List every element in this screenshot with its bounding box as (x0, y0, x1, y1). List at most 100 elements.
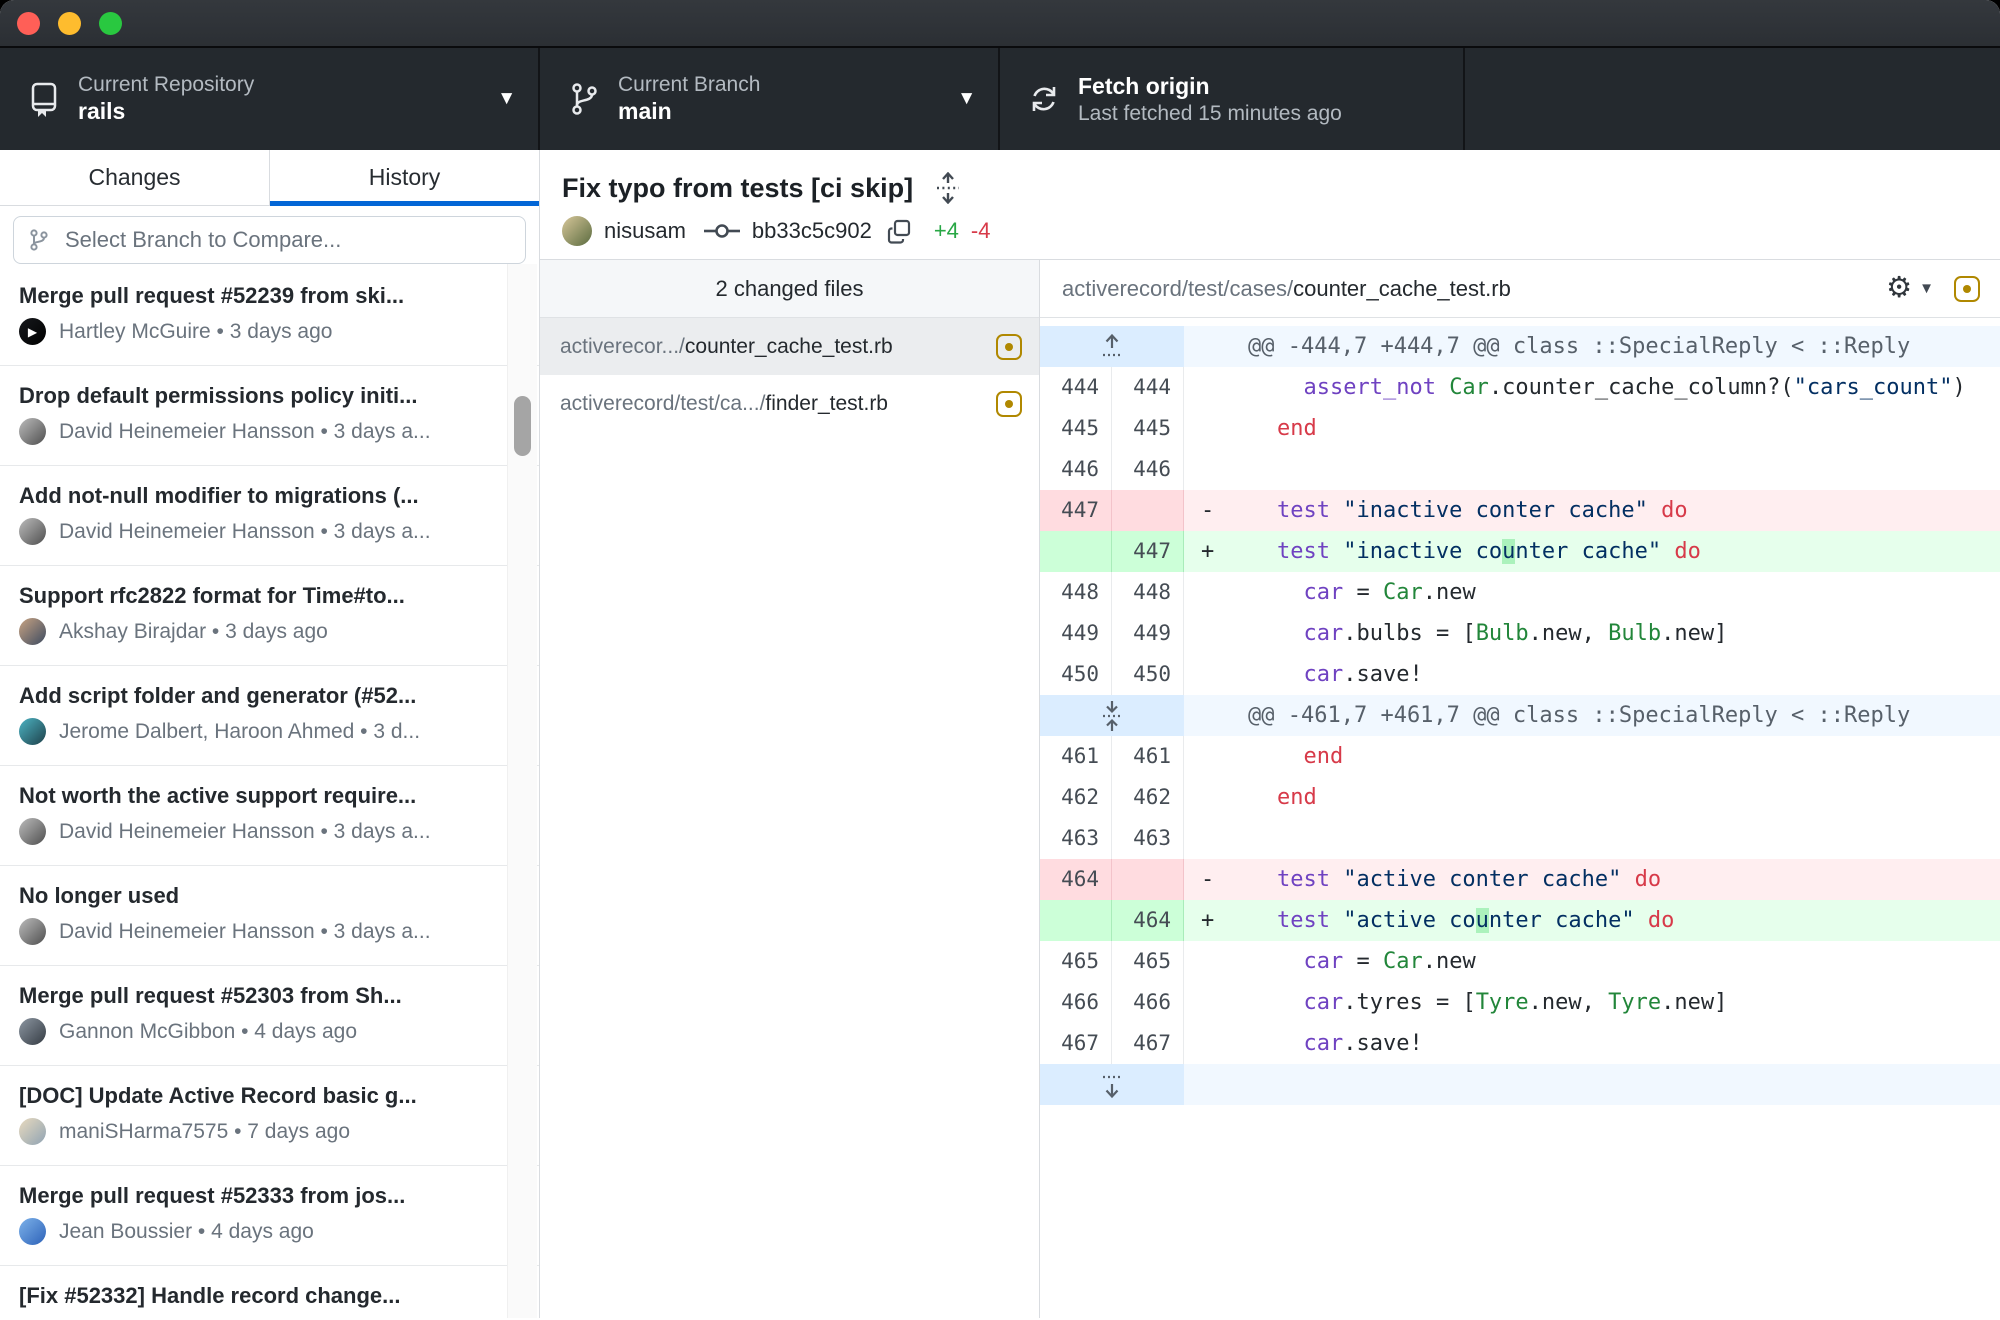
current-branch-value: main (618, 97, 760, 126)
line-number-old: 446 (1040, 449, 1112, 490)
line-number-old: 462 (1040, 777, 1112, 818)
commit-row-meta: David Heinemeier Hansson • 3 days a... (59, 520, 431, 544)
toolbar: Current Repository rails ▼ Current Branc… (0, 48, 2000, 150)
commit-row-title: Not worth the active support require... (19, 782, 513, 809)
commit-row[interactable]: [DOC] Update Active Record basic g...man… (0, 1066, 539, 1166)
diff-panel: activerecord/test/cases/counter_cache_te… (1040, 260, 2000, 1318)
tab-changes[interactable]: Changes (0, 150, 269, 205)
commit-row[interactable]: Merge pull request #52333 from jos...Jea… (0, 1166, 539, 1266)
copy-hash-icon[interactable] (886, 218, 912, 244)
expand-diff-row (1040, 1064, 2000, 1105)
file-row[interactable]: activerecor.../counter_cache_test.rb (540, 318, 1039, 375)
avatar (19, 718, 46, 745)
line-number-old: 461 (1040, 736, 1112, 777)
diff-line-context: 450450 car.save! (1040, 654, 2000, 695)
sidebar-tabs: Changes History (0, 150, 539, 206)
commit-row-title: Add not-null modifier to migrations (... (19, 482, 513, 509)
commit-row-title: No longer used (19, 882, 513, 909)
commit-row-title: [Fix #52332] Handle record change... (19, 1282, 513, 1309)
avatar: ▶ (19, 318, 46, 345)
line-number-old: 444 (1040, 367, 1112, 408)
diff-line-context: 448448 car = Car.new (1040, 572, 2000, 613)
compare-branch-input[interactable] (63, 226, 511, 254)
line-number-new: 461 (1112, 736, 1184, 777)
expand-hunk-both-button[interactable] (1040, 695, 1184, 736)
fetch-origin-sublabel: Last fetched 15 minutes ago (1078, 101, 1342, 126)
expand-commit-summary-icon[interactable] (935, 172, 961, 204)
diff-line-marker: + (1201, 531, 1214, 572)
compare-branch-wrap (0, 206, 539, 264)
sidebar: Changes History (0, 150, 540, 1318)
hunk-header-text: @@ -461,7 +461,7 @@ class ::SpecialReply… (1184, 695, 2000, 736)
current-branch-button[interactable]: Current Branch main ▼ (540, 48, 1000, 150)
file-row[interactable]: activerecord/test/ca.../finder_test.rb (540, 375, 1039, 432)
diff-line-add: 464+ test "active counter cache" do (1040, 900, 2000, 941)
file-path-name: counter_cache_test.rb (685, 335, 893, 358)
avatar (19, 418, 46, 445)
expand-hunk-down-button[interactable] (1040, 1064, 1184, 1105)
commit-hash-icon (702, 219, 742, 243)
diff-line-content: car = Car.new (1184, 941, 2000, 982)
diff-file-header: activerecord/test/cases/counter_cache_te… (1040, 260, 2000, 318)
fetch-origin-button[interactable]: Fetch origin Last fetched 15 minutes ago (1000, 48, 1465, 150)
diff-line-content: car.bulbs = [Bulb.new, Bulb.new] (1184, 613, 2000, 654)
commit-row[interactable]: [Fix #52332] Handle record change... (0, 1266, 539, 1318)
diff-line-marker: - (1201, 859, 1214, 900)
commit-row[interactable]: Merge pull request #52303 from Sh... Gann… (0, 966, 539, 1066)
compare-branch-field[interactable] (13, 216, 526, 264)
commit-row-title: Merge pull request #52239 from ski... (19, 282, 513, 309)
commit-row-title: Drop default permissions policy initi... (19, 382, 513, 409)
commit-author-name: nisusam (604, 218, 686, 244)
close-button[interactable] (17, 12, 40, 35)
changed-files-header: 2 changed files (540, 260, 1039, 318)
diff-line-context: 463463 (1040, 818, 2000, 859)
diff-line-content (1184, 449, 2000, 490)
avatar (19, 618, 46, 645)
sidebar-scrollbar-thumb[interactable] (514, 396, 531, 456)
file-path-name: finder_test.rb (765, 392, 888, 415)
minimize-button[interactable] (58, 12, 81, 35)
gear-icon: ⚙ (1886, 274, 1912, 303)
tab-changes-label: Changes (88, 164, 180, 191)
commit-row[interactable]: Drop default permissions policy initi...… (0, 366, 539, 466)
diff-options-button[interactable]: ⚙ ▼ (1886, 274, 1934, 303)
hunk-row: @@ -461,7 +461,7 @@ class ::SpecialReply… (1040, 695, 2000, 736)
diff-line-content: - test "inactive conter cache" do (1184, 490, 2000, 531)
commit-row[interactable]: Merge pull request #52239 from ski...▶Ha… (0, 266, 539, 366)
zoom-button[interactable] (99, 12, 122, 35)
current-repository-button[interactable]: Current Repository rails ▼ (0, 48, 540, 150)
current-repository-label: Current Repository (78, 72, 254, 97)
line-number-new: 450 (1112, 654, 1184, 695)
expand-hunk-up-button[interactable] (1040, 326, 1184, 367)
line-number-new: 449 (1112, 613, 1184, 654)
commit-list: Merge pull request #52239 from ski...▶Ha… (0, 266, 539, 1318)
diff-line-context: 465465 car = Car.new (1040, 941, 2000, 982)
commit-row[interactable]: Support rfc2822 format for Time#to...Aks… (0, 566, 539, 666)
diff-line-context: 467467 car.save! (1040, 1023, 2000, 1064)
commit-row[interactable]: Add script folder and generator (#52...J… (0, 666, 539, 766)
diff-file-path: activerecord/test/cases/counter_cache_te… (1062, 276, 1886, 302)
commit-row[interactable]: Not worth the active support require...D… (0, 766, 539, 866)
diff-body: @@ -444,7 +444,7 @@ class ::SpecialReply… (1040, 318, 2000, 1318)
commit-row-meta: maniSHarma7575 • 7 days ago (59, 1120, 350, 1144)
avatar (19, 1018, 46, 1045)
diff-line-context: 449449 car.bulbs = [Bulb.new, Bulb.new] (1040, 613, 2000, 654)
tab-history[interactable]: History (269, 150, 539, 205)
hunk-header-text: @@ -444,7 +444,7 @@ class ::SpecialReply… (1184, 326, 2000, 367)
line-number-new: 446 (1112, 449, 1184, 490)
diff-line-content: + test "inactive counter cache" do (1184, 531, 2000, 572)
modified-file-icon (996, 391, 1022, 417)
diff-line-content: end (1184, 736, 2000, 777)
line-number-new (1112, 490, 1184, 531)
line-number-old (1040, 531, 1112, 572)
commit-row[interactable]: Add not-null modifier to migrations (...… (0, 466, 539, 566)
line-number-old: 449 (1040, 613, 1112, 654)
commit-row-title: Merge pull request #52303 from Sh... (19, 982, 513, 1009)
avatar (19, 1118, 46, 1145)
diff-line-content: car.tyres = [Tyre.new, Tyre.new] (1184, 982, 2000, 1023)
diff-line-content: end (1184, 408, 2000, 449)
commit-row[interactable]: No longer usedDavid Heinemeier Hansson •… (0, 866, 539, 966)
commit-row-meta: Gannon McGibbon • 4 days ago (59, 1020, 357, 1044)
avatar (19, 1218, 46, 1245)
repository-dropdown-caret: ▼ (497, 88, 516, 110)
